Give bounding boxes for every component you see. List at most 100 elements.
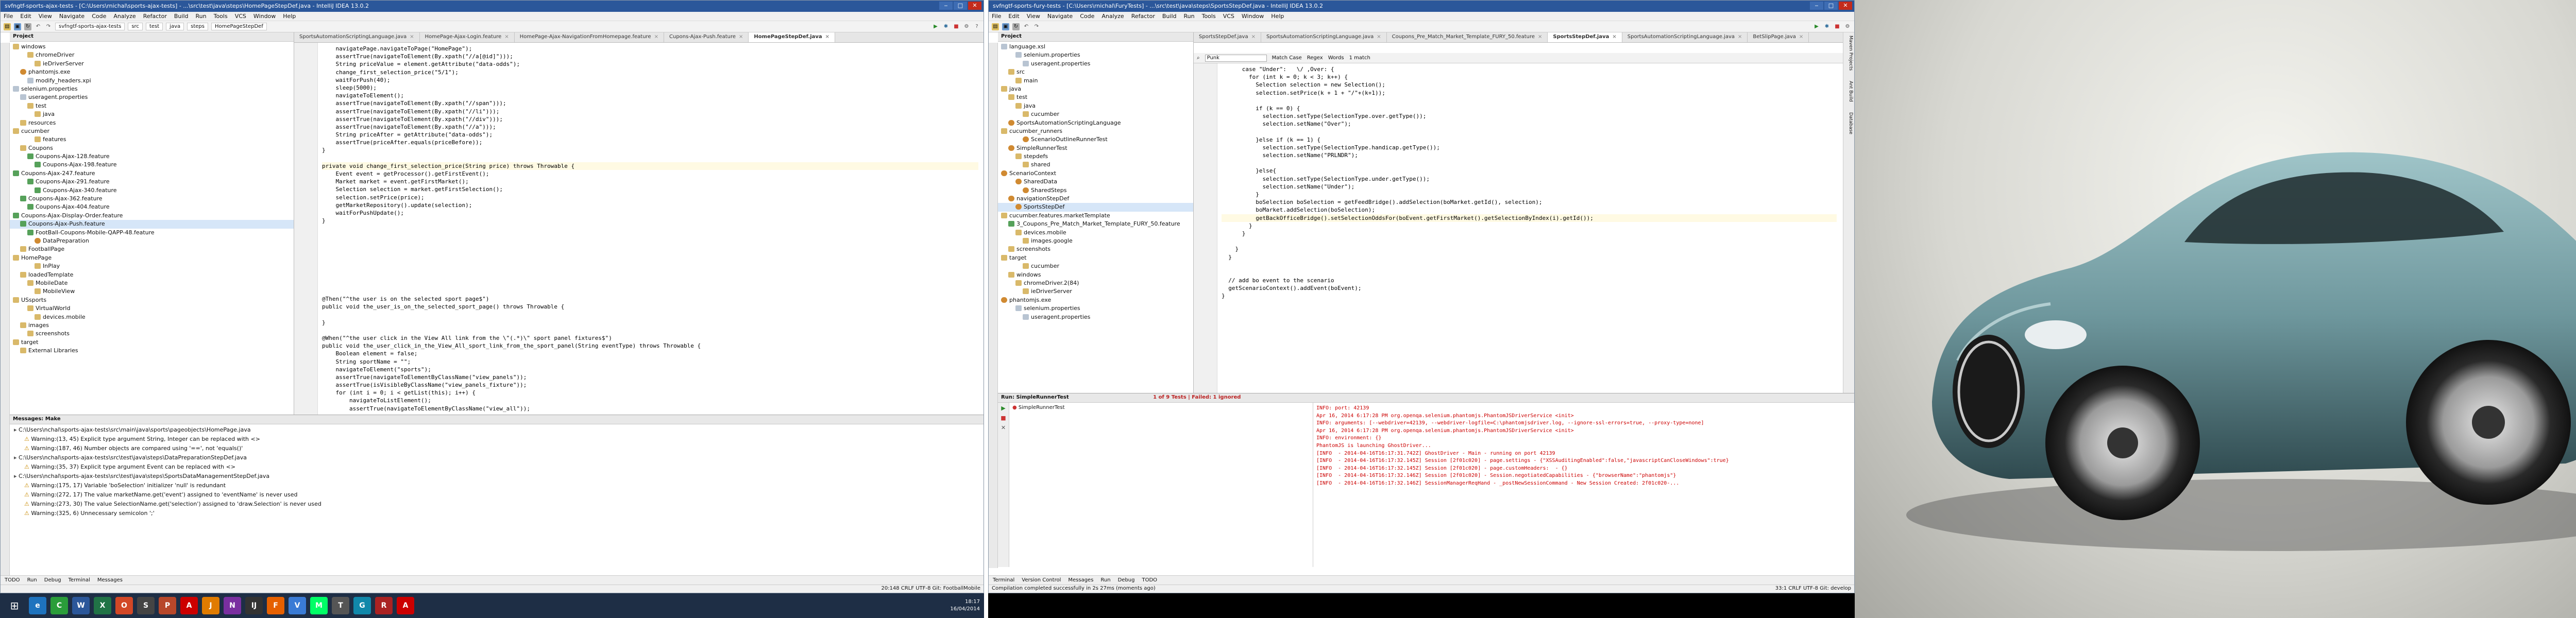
- tree-item[interactable]: Coupons-Ajax-404.feature: [10, 203, 294, 211]
- tool-terminal[interactable]: Terminal: [993, 577, 1014, 583]
- taskbar-app-icon[interactable]: IJ: [245, 597, 263, 614]
- open-icon[interactable]: ▤: [992, 23, 999, 30]
- taskbar-app-icon[interactable]: A: [397, 597, 414, 614]
- tree-item[interactable]: loadedTemplate: [10, 271, 294, 279]
- menu-navigate[interactable]: Navigate: [59, 13, 84, 20]
- taskbar-app-icon[interactable]: R: [375, 597, 393, 614]
- tool-debug[interactable]: Debug: [1118, 577, 1135, 583]
- tab-push-feature[interactable]: Cupons-Ajax-Push.feature ×: [664, 32, 749, 42]
- close-button[interactable]: ✕: [968, 2, 981, 10]
- tool-vcs[interactable]: Version Control: [1022, 577, 1061, 583]
- taskbar-app-icon[interactable]: W: [72, 597, 90, 614]
- tree-item[interactable]: selenium.properties: [998, 304, 1193, 313]
- start-button[interactable]: ⊞: [4, 595, 25, 616]
- tree-item[interactable]: java: [998, 85, 1193, 93]
- rerun-icon[interactable]: ▶: [998, 405, 1009, 411]
- tree-item[interactable]: cucumber: [10, 127, 294, 135]
- run-icon[interactable]: ▶: [1813, 23, 1820, 30]
- stop-icon[interactable]: ■: [953, 23, 960, 30]
- menu-view[interactable]: View: [39, 13, 52, 20]
- menu-build[interactable]: Build: [1162, 13, 1177, 20]
- maximize-button[interactable]: □: [954, 2, 967, 10]
- tool-todo[interactable]: TODO: [1142, 577, 1158, 583]
- menu-vcs[interactable]: VCS: [1223, 13, 1234, 20]
- help-icon[interactable]: ?: [973, 23, 980, 30]
- close-icon[interactable]: ×: [1538, 34, 1542, 40]
- tree-item[interactable]: useragent.properties: [998, 60, 1193, 68]
- tree-item[interactable]: SportsStepDef: [998, 203, 1193, 212]
- tree-item[interactable]: chromeDriver: [10, 51, 294, 59]
- menu-analyze[interactable]: Analyze: [113, 13, 135, 20]
- tree-item[interactable]: MobileDate: [10, 279, 294, 287]
- tab-navigation-feature[interactable]: HomePage-Ajax-NavigationFromHomepage.fea…: [514, 32, 664, 42]
- close-icon[interactable]: ×: [504, 34, 509, 40]
- close-icon[interactable]: ×: [1612, 34, 1616, 40]
- menu-code[interactable]: Code: [92, 13, 106, 20]
- message-row[interactable]: ⚠ Warning:(325, 6) Unnecessary semicolon…: [10, 509, 984, 518]
- tool-todo[interactable]: TODO: [5, 577, 20, 583]
- open-icon[interactable]: ▤: [4, 23, 11, 30]
- tree-item[interactable]: Coupons-Ajax-247.feature: [10, 169, 294, 178]
- tree-item[interactable]: ScenarioContext: [998, 169, 1193, 178]
- close-icon[interactable]: ×: [739, 34, 743, 40]
- tree-item[interactable]: SimpleRunnerTest: [998, 144, 1193, 152]
- tree-item[interactable]: main: [998, 77, 1193, 85]
- tree-item[interactable]: Coupons-Ajax-128.feature: [10, 152, 294, 161]
- save-icon[interactable]: ▣: [14, 23, 21, 30]
- redo-icon[interactable]: ↷: [45, 23, 52, 30]
- tree-item[interactable]: windows: [998, 271, 1193, 279]
- tree-item[interactable]: images.google: [998, 237, 1193, 245]
- tree-item[interactable]: 3_Coupons_Pre_Match_Market_Template_FURY…: [998, 220, 1193, 228]
- tree-item[interactable]: cucumber_runners: [998, 127, 1193, 135]
- tree-item[interactable]: src: [998, 68, 1193, 76]
- sync-icon[interactable]: ↻: [24, 23, 31, 30]
- tree-item[interactable]: screenshots: [998, 245, 1193, 253]
- tree-item[interactable]: cucumber: [998, 110, 1193, 118]
- tree-item[interactable]: useragent.properties: [998, 313, 1193, 321]
- tab-sasl[interactable]: SportsAutomationScriptingLanguage.java ×: [294, 32, 420, 42]
- menu-edit[interactable]: Edit: [1008, 13, 1019, 20]
- tree-item[interactable]: resources: [10, 119, 294, 127]
- tab-homepage-stepdef[interactable]: HomePageStepDef.java ×: [749, 32, 836, 42]
- tool-messages[interactable]: Messages: [1068, 577, 1093, 583]
- taskbar-app-icon[interactable]: G: [353, 597, 371, 614]
- menu-help[interactable]: Help: [283, 13, 296, 20]
- save-icon[interactable]: ▣: [1002, 23, 1009, 30]
- tree-item[interactable]: modify_headers.xpi: [10, 77, 294, 85]
- tree-item[interactable]: ieDriverServer: [10, 60, 294, 68]
- close-icon[interactable]: ×: [1799, 34, 1803, 40]
- menu-refactor[interactable]: Refactor: [1131, 13, 1155, 20]
- menu-window[interactable]: Window: [1242, 13, 1264, 20]
- tree-item[interactable]: External Libraries: [10, 347, 294, 355]
- close-icon[interactable]: ×: [1251, 34, 1256, 40]
- menu-run[interactable]: Run: [196, 13, 207, 20]
- taskbar-app-icon[interactable]: S: [137, 597, 155, 614]
- tab-sports-stepdef-active[interactable]: SportsStepDef.java ×: [1548, 32, 1622, 42]
- tree-item[interactable]: Coupons-Ajax-Display-Order.feature: [10, 212, 294, 220]
- tool-maven[interactable]: Maven Projects: [1845, 36, 1853, 71]
- close-icon[interactable]: ×: [1377, 34, 1381, 40]
- code-area[interactable]: case "Under": \/ ,Over: { for (int k = 0…: [1222, 65, 1837, 370]
- tree-item[interactable]: screenshots: [10, 330, 294, 338]
- find-option-words[interactable]: Words: [1328, 55, 1344, 61]
- code-area[interactable]: navigatePage.navigateToPage("HomePage");…: [322, 45, 978, 413]
- taskbar-app-icon[interactable]: T: [332, 597, 349, 614]
- breadcrumb-src[interactable]: src: [128, 23, 143, 30]
- menu-vcs[interactable]: VCS: [235, 13, 246, 20]
- debug-icon[interactable]: ✱: [1823, 23, 1831, 30]
- redo-icon[interactable]: ↷: [1033, 23, 1040, 30]
- message-row[interactable]: ▸ C:\Users\nchal\sports-ajax-tests\src\t…: [10, 472, 984, 481]
- close-icon[interactable]: ×: [1738, 34, 1742, 40]
- taskbar-app-icon[interactable]: F: [267, 597, 284, 614]
- tree-item[interactable]: selenium.properties: [10, 85, 294, 93]
- close-icon[interactable]: ✕: [998, 424, 1009, 431]
- tab-sasl-2[interactable]: SportsAutomationScriptingLanguage.java ×: [1622, 32, 1748, 42]
- undo-icon[interactable]: ↶: [35, 23, 42, 30]
- minimize-button[interactable]: ‒: [939, 2, 953, 10]
- menu-navigate[interactable]: Navigate: [1047, 13, 1073, 20]
- message-row[interactable]: ▸ C:\Users\nchal\sports-ajax-tests\src\t…: [10, 453, 984, 462]
- menu-file[interactable]: File: [4, 13, 13, 20]
- message-row[interactable]: ▸ C:\Users\nchal\sports-ajax-tests\src\m…: [10, 425, 984, 435]
- taskbar-app-icon[interactable]: e: [29, 597, 46, 614]
- message-row[interactable]: ⚠ Warning:(175, 17) Variable 'boSelectio…: [10, 481, 984, 490]
